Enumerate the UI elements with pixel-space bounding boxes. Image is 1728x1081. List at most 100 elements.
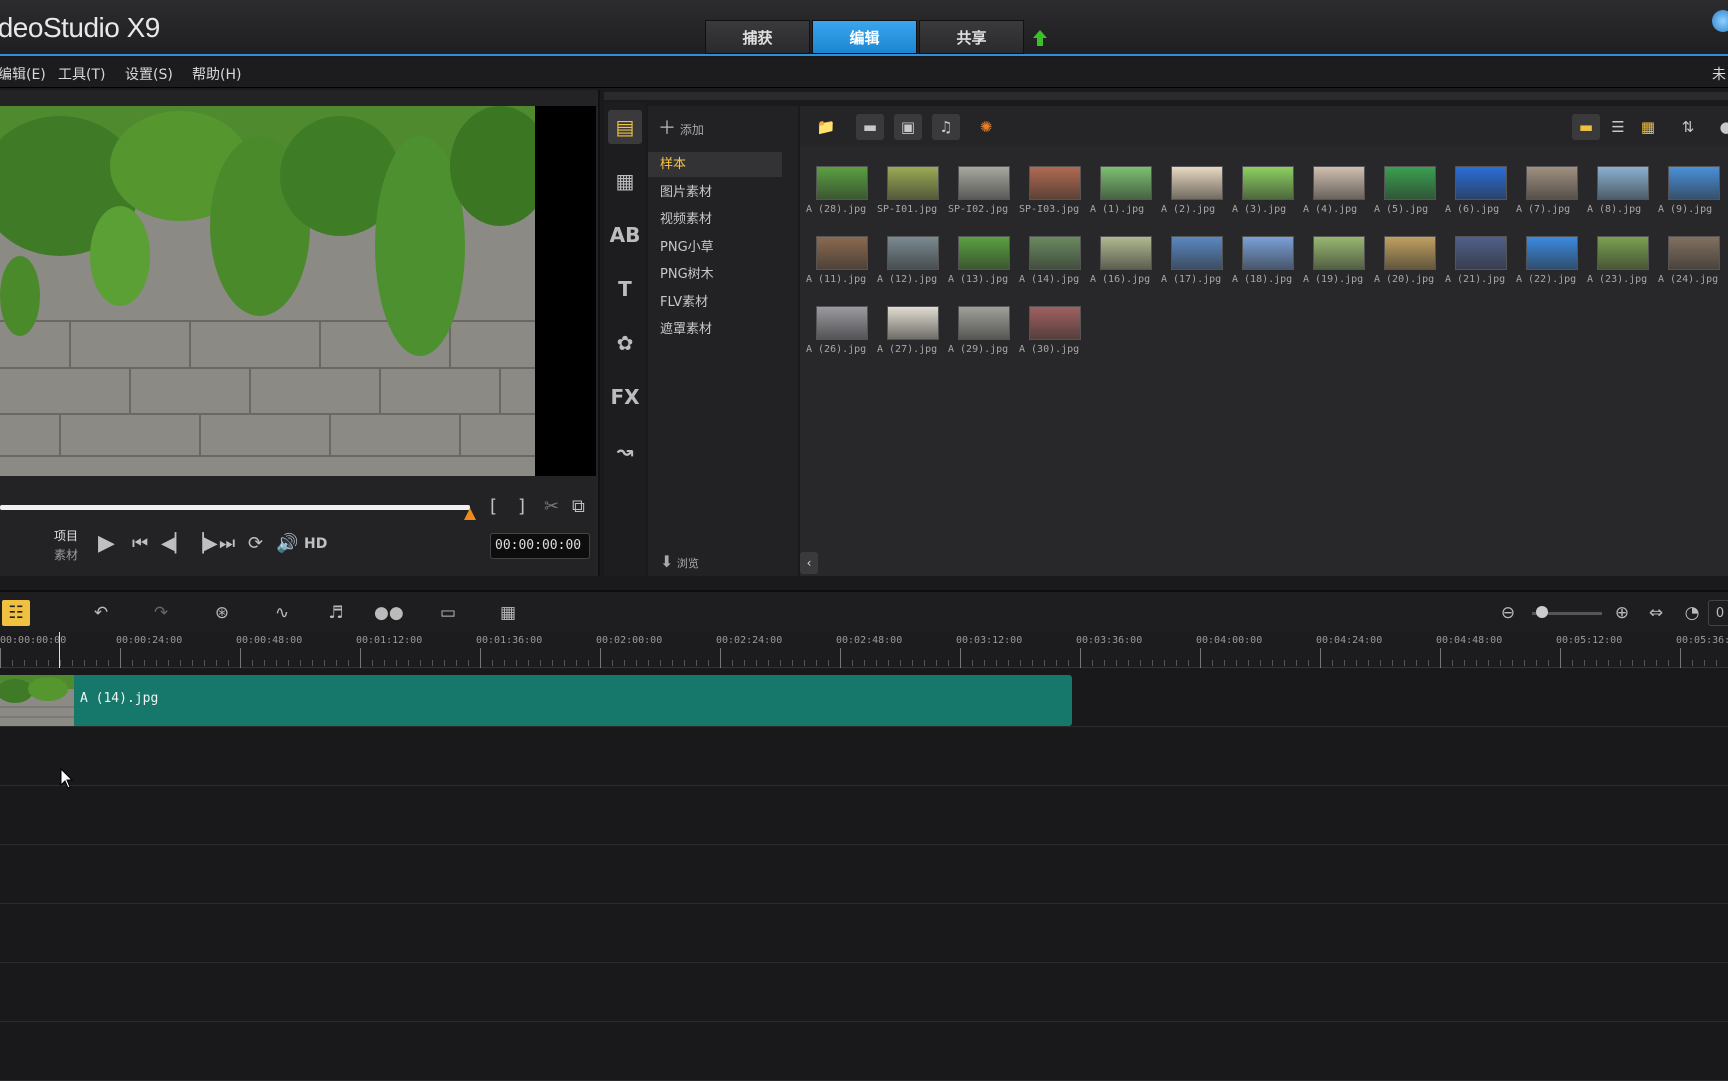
multi-trim-icon[interactable]: ▦	[494, 600, 522, 626]
title-icon[interactable]: T	[608, 272, 642, 306]
thumbnail-item[interactable]: A (7).jpg	[1516, 158, 1586, 224]
sort-icon[interactable]: ⇅	[1674, 114, 1702, 140]
thumbnail-item[interactable]: A (13).jpg	[948, 228, 1018, 294]
music-track[interactable]	[0, 1023, 1728, 1081]
next-frame-icon[interactable]: ▕▶	[190, 533, 218, 554]
mark-in-button[interactable]: [	[490, 496, 497, 517]
add-folder-button[interactable]: ＋ 添加	[658, 114, 704, 140]
photo-filter-icon[interactable]: ▣	[894, 114, 922, 140]
fx-icon[interactable]: FX	[608, 380, 642, 414]
duration-field[interactable]: 0	[1708, 600, 1728, 626]
thumbnail-item[interactable]: A (14).jpg	[1019, 228, 1089, 294]
thumbnail-item[interactable]: A (12).jpg	[877, 228, 947, 294]
volume-icon[interactable]: 🔊	[276, 533, 298, 554]
zoom-slider-knob[interactable]	[1536, 606, 1548, 618]
folder-item[interactable]: PNG树木	[648, 262, 782, 287]
thumbnail-item[interactable]: A (21).jpg	[1445, 228, 1515, 294]
mode-project[interactable]: 项目	[54, 527, 78, 544]
playhead[interactable]	[59, 632, 60, 668]
instant-project-icon[interactable]: ▦	[608, 164, 642, 198]
folder-item[interactable]: 图片素材	[648, 180, 782, 205]
home-icon[interactable]: ⏮	[132, 533, 148, 554]
redo-icon[interactable]: ↷	[148, 600, 174, 626]
zoom-in-icon[interactable]: ⊕	[1610, 600, 1634, 626]
timecode-field[interactable]: 00:00:00:00	[490, 533, 590, 559]
mode-clip[interactable]: 素材	[54, 546, 78, 563]
tab-edit[interactable]: 编辑	[812, 20, 917, 54]
upload-icon[interactable]	[1030, 28, 1050, 48]
folder-item[interactable]: 视频素材	[648, 207, 782, 232]
project-duration-icon[interactable]: ◔	[1680, 600, 1704, 626]
title-track[interactable]	[0, 905, 1728, 963]
motion-tracking-icon[interactable]: ●●	[374, 600, 404, 626]
sound-mixer-icon[interactable]: ∿	[268, 600, 296, 626]
thumbnail-item[interactable]: A (16).jpg	[1090, 228, 1160, 294]
folder-item[interactable]: 样本	[648, 152, 782, 177]
mark-out-button[interactable]: ]	[518, 496, 525, 517]
browse-button[interactable]: ⬇ 浏览	[660, 552, 699, 571]
undo-icon[interactable]: ↶	[88, 600, 114, 626]
thumbnail-item[interactable]: A (17).jpg	[1161, 228, 1231, 294]
zoom-out-icon[interactable]: ⊖	[1496, 600, 1520, 626]
thumbnail-item[interactable]: A (8).jpg	[1587, 158, 1657, 224]
menu-edit[interactable]: 编辑(E)	[0, 64, 46, 84]
media-icon[interactable]: ▤	[608, 110, 642, 144]
thumbnail-item[interactable]: A (11).jpg	[806, 228, 876, 294]
voice-track[interactable]	[0, 964, 1728, 1022]
thumbnail-item[interactable]: A (4).jpg	[1303, 158, 1373, 224]
copy-clip-icon[interactable]: ⧉	[572, 496, 585, 517]
repeat-icon[interactable]: ⟳	[248, 533, 263, 554]
thumbnail-item[interactable]: A (28).jpg	[806, 158, 876, 224]
thumbnail-item[interactable]: A (18).jpg	[1232, 228, 1302, 294]
list-view-icon[interactable]: ☰	[1604, 114, 1632, 140]
play-icon[interactable]: ▶	[98, 531, 115, 556]
folder-icon[interactable]: 📁	[812, 114, 840, 140]
thumbnail-item[interactable]: A (27).jpg	[877, 298, 947, 364]
menu-settings[interactable]: 设置(S)	[125, 64, 173, 84]
scroll-left-button[interactable]: ‹	[800, 552, 818, 574]
end-icon[interactable]: ⏭	[219, 533, 235, 554]
transition-icon[interactable]: AB	[608, 218, 642, 252]
globe-icon[interactable]	[1712, 10, 1728, 32]
thumbnail-item[interactable]: A (23).jpg	[1587, 228, 1657, 294]
menu-tools[interactable]: 工具(T)	[58, 64, 105, 84]
storyboard-view-icon[interactable]: ☷	[2, 600, 30, 626]
previous-frame-icon[interactable]: ◀▏	[161, 533, 189, 554]
scrub-bar[interactable]	[0, 505, 470, 510]
timeline-ruler[interactable]: 00:00:00:00 00:00:24:00 00:00:48:00 00:01:1…	[0, 632, 1728, 668]
track-4[interactable]	[0, 846, 1728, 904]
thumbnail-view-icon[interactable]: ▬	[1572, 114, 1600, 140]
folder-item[interactable]: FLV素材	[648, 290, 782, 315]
record-capture-icon[interactable]: ⊛	[208, 600, 236, 626]
tab-capture[interactable]: 捕获	[705, 20, 810, 54]
audio-filter-icon[interactable]: ♫	[932, 114, 960, 140]
tab-share[interactable]: 共享	[919, 20, 1024, 54]
thumbnail-item[interactable]: A (9).jpg	[1658, 158, 1728, 224]
timeline-clip[interactable]: A (14).jpg	[0, 675, 1072, 726]
video-filter-icon[interactable]: ▬	[856, 114, 884, 140]
overlay-track[interactable]	[0, 728, 1728, 786]
menu-help[interactable]: 帮助(H)	[192, 64, 241, 84]
grid-view-icon[interactable]: ▦	[1634, 114, 1662, 140]
thumbnail-item[interactable]: SP-I01.jpg	[877, 158, 947, 224]
thumbnail-item[interactable]: SP-I02.jpg	[948, 158, 1018, 224]
thumbnail-item[interactable]: A (5).jpg	[1374, 158, 1444, 224]
scissors-icon[interactable]: ✂	[544, 496, 559, 517]
graphic-icon[interactable]: ✿	[608, 326, 642, 360]
zoom-thumbnail-icon[interactable]: ●	[1712, 114, 1728, 140]
thumbnail-item[interactable]: A (22).jpg	[1516, 228, 1586, 294]
track-3[interactable]	[0, 787, 1728, 845]
thumbnail-item[interactable]: A (24).jpg	[1658, 228, 1728, 294]
flash-filter-icon[interactable]: ✺	[972, 114, 1000, 140]
thumbnail-item[interactable]: A (1).jpg	[1090, 158, 1160, 224]
thumbnail-item[interactable]: A (29).jpg	[948, 298, 1018, 364]
thumbnail-item[interactable]: A (3).jpg	[1232, 158, 1302, 224]
subtitle-editor-icon[interactable]: ▭	[434, 600, 462, 626]
thumbnail-item[interactable]: A (20).jpg	[1374, 228, 1444, 294]
thumbnail-item[interactable]: A (26).jpg	[806, 298, 876, 364]
path-icon[interactable]: ↝	[608, 434, 642, 468]
thumbnail-item[interactable]: SP-I03.jpg	[1019, 158, 1089, 224]
thumbnail-item[interactable]: A (19).jpg	[1303, 228, 1373, 294]
trim-handle[interactable]	[464, 508, 476, 520]
thumbnail-item[interactable]: A (6).jpg	[1445, 158, 1515, 224]
